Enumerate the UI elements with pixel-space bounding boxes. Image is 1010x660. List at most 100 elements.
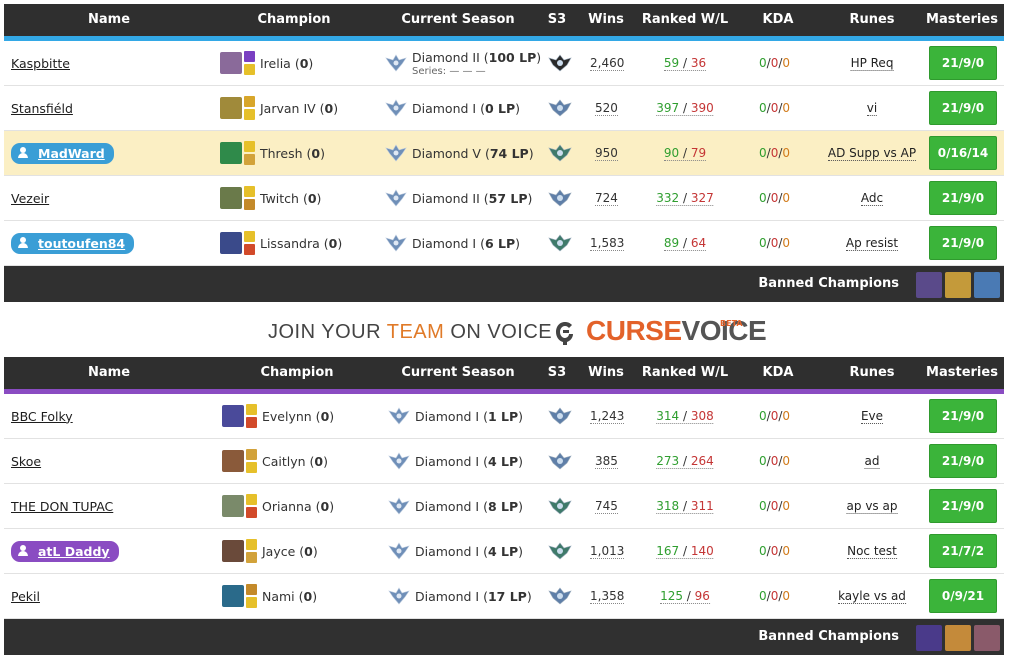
summoner-spell-icon[interactable] — [244, 186, 255, 197]
rank-tier: Diamond I — [412, 235, 477, 251]
ranked-wl-value: 89 / 64 — [663, 235, 707, 251]
masteries-cell: 21/9/0 — [929, 41, 997, 85]
player-name-pill[interactable]: MadWard — [11, 142, 114, 164]
player-name-link[interactable]: BBC Folky — [11, 409, 73, 424]
banned-champion-icon[interactable] — [916, 625, 942, 651]
promo-text-after: ON VOICE — [444, 321, 553, 343]
rune-page-link[interactable]: Noc test — [847, 544, 897, 559]
ranked-wl-value: 273 / 264 — [656, 453, 714, 469]
rune-page-link[interactable]: vi — [866, 101, 878, 116]
rune-page-link[interactable]: ap vs ap — [846, 499, 898, 514]
player-row: Kaspbitte Irelia (0) Diamond II (100 LP) Se… — [4, 41, 1004, 86]
summoner-spell-icon[interactable] — [246, 449, 257, 460]
banned-champion-icon[interactable] — [945, 625, 971, 651]
summoner-spell-icon[interactable] — [244, 244, 255, 255]
summoner-spell-icon[interactable] — [244, 109, 255, 120]
masteries-button[interactable]: 21/9/0 — [929, 91, 997, 125]
s3-cell — [547, 574, 573, 618]
rank-tier: Diamond II — [412, 190, 480, 206]
masteries-button[interactable]: 21/9/0 — [929, 181, 997, 215]
rune-page-link[interactable]: Eve — [860, 409, 884, 424]
masteries-button[interactable]: 21/9/0 — [929, 444, 997, 478]
rune-page-link[interactable]: Ap resist — [845, 236, 899, 251]
summoner-spell-icon[interactable] — [244, 154, 255, 165]
masteries-button[interactable]: 0/16/14 — [929, 136, 997, 170]
summoner-spell-icon[interactable] — [244, 141, 255, 152]
masteries-button[interactable]: 21/9/0 — [929, 46, 997, 80]
champion-name-text: Lissandra (0) — [260, 235, 343, 251]
player-name-pill[interactable]: atL Daddy — [11, 540, 119, 562]
champion-portrait-icon[interactable] — [220, 97, 242, 119]
kda-assists: 0 — [782, 499, 791, 513]
champion-name-text: Evelynn (0) — [262, 408, 335, 424]
masteries-button[interactable]: 21/9/0 — [929, 489, 997, 523]
player-name-link[interactable]: Pekil — [11, 589, 40, 604]
kda-deaths: 0 — [770, 236, 779, 250]
curse-voice-banner[interactable]: JOIN YOUR TEAM ON VOICE CURSEVOICE BETA — [0, 307, 1010, 357]
champion-portrait-icon[interactable] — [220, 52, 242, 74]
champion-portrait-icon[interactable] — [222, 450, 244, 472]
col-kda: KDA — [762, 12, 794, 27]
rank-text: Diamond I (8 LP) — [415, 498, 524, 514]
banned-champion-icon[interactable] — [974, 272, 1000, 298]
champion-portrait-icon[interactable] — [220, 232, 242, 254]
champion-name: Nami — [262, 588, 295, 604]
player-name-pill[interactable]: toutoufen84 — [11, 232, 135, 254]
summoner-spell-icon[interactable] — [244, 64, 255, 75]
masteries-button[interactable]: 21/9/0 — [929, 226, 997, 260]
kda-assists: 0 — [782, 146, 791, 160]
banned-champion-icon[interactable] — [945, 272, 971, 298]
rune-page-link[interactable]: kayle vs ad — [838, 589, 906, 604]
champion-portrait-icon[interactable] — [222, 405, 244, 427]
rune-page-link[interactable]: AD Supp vs AP — [827, 146, 917, 161]
diamond-rank-icon — [384, 99, 408, 117]
summoner-spell-icon[interactable] — [246, 539, 257, 550]
rune-page-link[interactable]: ad — [864, 454, 880, 469]
col-kda: KDA — [762, 365, 794, 380]
champion-portrait-icon[interactable] — [222, 495, 244, 517]
banned-champion-icon[interactable] — [916, 272, 942, 298]
summoner-spell-icon[interactable] — [244, 96, 255, 107]
summoner-spells — [244, 51, 255, 75]
summoner-spell-icon[interactable] — [246, 417, 257, 428]
summoner-spell-icon[interactable] — [246, 507, 257, 518]
platinum-badge-icon — [547, 541, 573, 561]
summoner-spells — [244, 186, 255, 210]
champion-portrait-icon[interactable] — [220, 142, 242, 164]
masteries-button[interactable]: 0/9/21 — [929, 579, 997, 613]
champion-portrait-icon[interactable] — [222, 540, 244, 562]
rank-wrap: Diamond I (8 LP) — [415, 499, 523, 514]
summoner-spell-icon[interactable] — [244, 51, 255, 62]
player-name-link[interactable]: Kaspbitte — [11, 56, 70, 71]
summoner-spell-icon[interactable] — [244, 199, 255, 210]
league-points: 0 LP — [484, 100, 516, 116]
ranked-wl-value: 125 / 96 — [660, 588, 710, 604]
summoner-spell-icon[interactable] — [246, 597, 257, 608]
player-name-link[interactable]: Stansfiéld — [11, 101, 73, 116]
masteries-cell: 21/9/0 — [929, 394, 997, 438]
champion-portrait-icon[interactable] — [220, 187, 242, 209]
masteries-button[interactable]: 21/9/0 — [929, 399, 997, 433]
rune-page-link[interactable]: Adc — [860, 191, 884, 206]
rune-page-link[interactable]: HP Req — [850, 56, 894, 71]
champion-cell: Jayce (0) — [222, 529, 318, 573]
summoner-spell-icon[interactable] — [246, 584, 257, 595]
summoner-spell-icon[interactable] — [246, 552, 257, 563]
player-name-link[interactable]: Skoe — [11, 454, 41, 469]
player-name-cell: Vezeir — [11, 176, 49, 220]
champion-name: Twitch — [260, 190, 299, 206]
banned-champion-icon[interactable] — [974, 625, 1000, 651]
champion-portrait-icon[interactable] — [222, 585, 244, 607]
player-name-link[interactable]: Vezeir — [11, 191, 49, 206]
summoner-spells — [244, 96, 255, 120]
player-name-link[interactable]: THE DON TUPAC — [11, 499, 113, 514]
summoner-spell-icon[interactable] — [246, 462, 257, 473]
champion-name: Orianna — [262, 498, 312, 514]
champion-cell: Lissandra (0) — [220, 221, 342, 265]
summoner-spell-icon[interactable] — [246, 494, 257, 505]
masteries-button[interactable]: 21/7/2 — [929, 534, 997, 568]
summoner-spell-icon[interactable] — [244, 231, 255, 242]
player-name-cell: atL Daddy — [11, 529, 119, 573]
summoner-spell-icon[interactable] — [246, 404, 257, 415]
player-row: THE DON TUPAC Orianna (0) Diamond I (8 LP)… — [4, 484, 1004, 529]
